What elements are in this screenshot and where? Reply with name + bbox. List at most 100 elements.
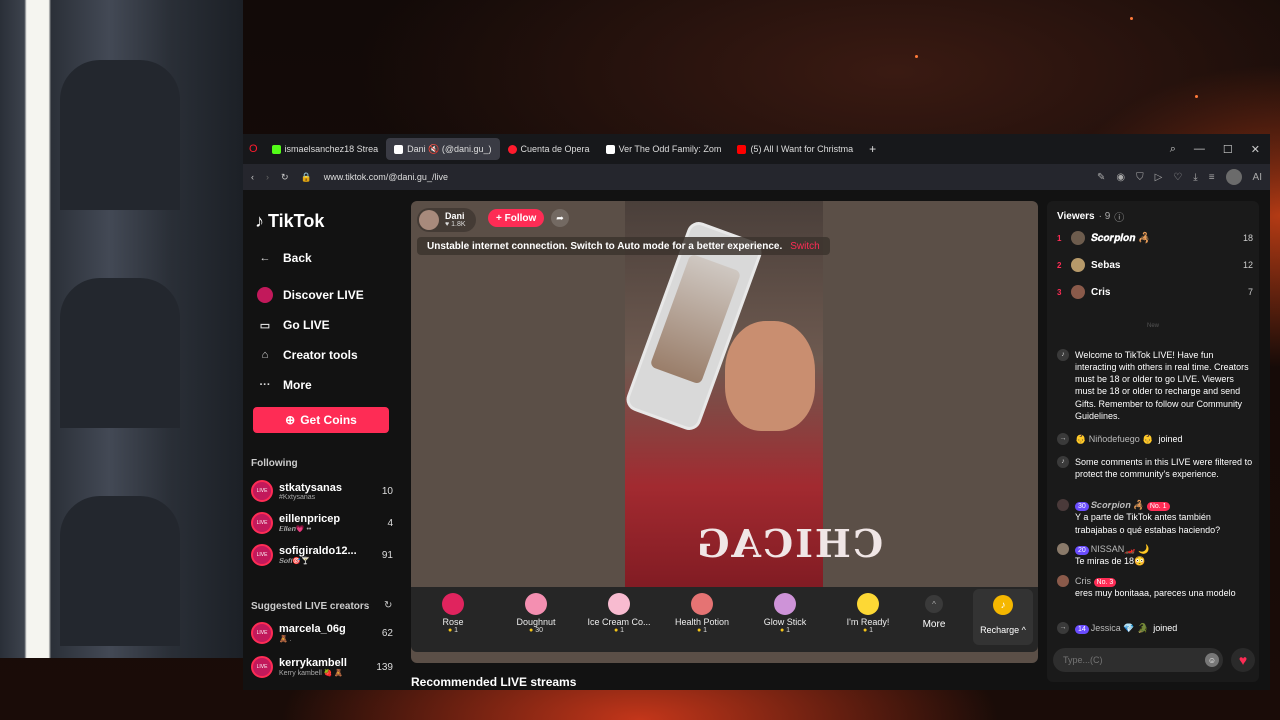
following-item[interactable]: LIVE stkatysanas #Kxtysanas 10 xyxy=(251,480,393,502)
gift-ice-cream[interactable]: Ice Cream Co... 1 xyxy=(583,593,655,634)
close-button[interactable]: ✕ xyxy=(1251,143,1260,156)
message-author[interactable]: 𝑺𝒄𝒐𝒓𝒑𝒊𝒐𝒏 🦂 xyxy=(1091,500,1145,510)
join-icon: → xyxy=(1057,433,1069,445)
edit-icon[interactable]: ✎ xyxy=(1097,172,1105,183)
gift-price: 30 xyxy=(500,627,572,634)
creator-name: kerrykambell xyxy=(279,657,347,669)
youtube-icon xyxy=(737,144,747,154)
ai-button[interactable]: AI xyxy=(1253,172,1262,183)
minimize-button[interactable]: — xyxy=(1194,143,1205,156)
gift-name: Doughnut xyxy=(516,617,556,627)
sponge-icon xyxy=(857,593,879,615)
suggested-title: Suggested LIVE creators xyxy=(251,601,370,612)
maximize-button[interactable]: ☐ xyxy=(1223,143,1233,156)
avatar: LIVE xyxy=(251,512,273,534)
avatar: LIVE xyxy=(251,480,273,502)
switch-link[interactable]: Switch xyxy=(790,241,819,252)
opera-menu-icon[interactable]: O xyxy=(243,138,264,160)
nav-go-live[interactable]: ▭ Go LIVE xyxy=(257,317,330,333)
viewers-header[interactable]: Viewers · 9 ⓘ xyxy=(1057,209,1124,224)
nav-back[interactable]: ← Back xyxy=(257,250,312,266)
follow-button[interactable]: + Follow xyxy=(488,209,545,227)
top-viewer[interactable]: 1 𝑺𝒄𝒐𝒓𝒑𝒊𝒐𝒏 🦂 18 xyxy=(1057,231,1253,245)
viewer-count: 91 xyxy=(381,549,393,561)
message-text: Some comments in this LIVE were filtered… xyxy=(1075,457,1253,480)
live-video[interactable]: CHICAG xyxy=(623,201,883,598)
new-divider: New xyxy=(1146,323,1159,329)
gift-name: Glow Stick xyxy=(763,617,807,627)
viewers-count: · 9 xyxy=(1098,211,1111,222)
viewer-name: 𝑺𝒄𝒐𝒓𝒑𝒊𝒐𝒏 🦂 xyxy=(1091,232,1151,244)
back-nav-icon[interactable]: ‹ xyxy=(251,172,254,182)
viewer-score: 12 xyxy=(1242,260,1253,270)
gift-rose[interactable]: Rose 1 xyxy=(417,593,489,634)
gift-im-ready[interactable]: I'm Ready! 1 xyxy=(832,593,904,634)
gift-name: Ice Cream Co... xyxy=(587,617,651,627)
forward-nav-icon[interactable]: › xyxy=(266,172,269,182)
like-heart-icon[interactable]: ♥ xyxy=(1231,648,1255,672)
menu-icon[interactable]: ≡ xyxy=(1209,172,1215,183)
get-coins-button[interactable]: ⊕ Get Coins xyxy=(253,407,389,433)
recharge-button[interactable]: ♪ Recharge ^ xyxy=(973,589,1033,645)
nav-creator-tools[interactable]: ⌂ Creator tools xyxy=(257,347,358,363)
notice-text: Unstable internet connection. Switch to … xyxy=(427,240,783,252)
share-icon[interactable]: ➦ xyxy=(551,209,569,227)
host-avatar xyxy=(419,210,439,230)
refresh-icon[interactable]: ↻ xyxy=(384,600,392,611)
get-coins-label: Get Coins xyxy=(300,413,357,427)
play-icon[interactable]: ▷ xyxy=(1155,172,1163,183)
download-icon[interactable]: ⤓ xyxy=(1193,172,1197,183)
new-tab-button[interactable]: + xyxy=(861,138,884,160)
avatar xyxy=(1057,499,1069,511)
search-icon[interactable]: ⌕ xyxy=(1170,143,1176,156)
recharge-label: Recharge ^ xyxy=(980,625,1026,635)
url-field[interactable]: www.tiktok.com/@dani.gu_/live xyxy=(324,172,448,182)
gift-price: 1 xyxy=(417,627,489,634)
gift-glow-stick[interactable]: Glow Stick 1 xyxy=(749,593,821,634)
tab-youtube[interactable]: (5) All I Want for Christma xyxy=(729,138,861,160)
message-author[interactable]: Jessica 💎 🐊 xyxy=(1091,623,1148,633)
top-viewer[interactable]: 2 Sebas 12 xyxy=(1057,258,1253,272)
more-gifts-button[interactable]: ^ More xyxy=(911,595,957,630)
reload-icon[interactable]: ↻ xyxy=(281,172,289,183)
gift-doughnut[interactable]: Doughnut 30 xyxy=(500,593,572,634)
heart-icon[interactable]: ♡ xyxy=(1173,172,1182,183)
tab-kick[interactable]: ismaelsanchez18 Strea xyxy=(264,138,387,160)
window-controls: ⌕ — ☐ ✕ xyxy=(1170,143,1270,156)
shield-icon[interactable]: ⛉ xyxy=(1136,172,1144,183)
chat-message: → 14 Jessica 💎 🐊 joined xyxy=(1057,622,1253,635)
host-info[interactable]: Dani ♥ 1.8K xyxy=(417,208,476,232)
viewer-count: 10 xyxy=(381,485,393,497)
tab-opera-account[interactable]: Cuenta de Opera xyxy=(500,138,598,160)
top-viewer[interactable]: 3 Cris 7 xyxy=(1057,285,1253,299)
tiktok-logo[interactable]: ♪ TikTok xyxy=(255,211,324,232)
following-item[interactable]: LIVE eillenpricep 𝑬𝒍𝒍𝒆𝒏💗 •• 4 xyxy=(251,512,393,534)
gift-price: 1 xyxy=(832,627,904,634)
viewer-count: 4 xyxy=(387,517,393,529)
camera-icon[interactable]: ◉ xyxy=(1116,172,1125,183)
nav-label: Discover LIVE xyxy=(283,288,364,302)
profile-avatar[interactable] xyxy=(1225,169,1242,185)
tab-tiktok[interactable]: Dani 🔇 (@dani.gu_) xyxy=(386,138,500,160)
host-likes: ♥ 1.8K xyxy=(445,221,466,228)
tiktok-note-icon: ♪ xyxy=(255,211,264,231)
message-author[interactable]: NISSAN🏎️ 🌙 xyxy=(1091,544,1149,554)
connection-notice: Unstable internet connection. Switch to … xyxy=(417,237,830,255)
webcam-panel xyxy=(0,218,243,436)
suggested-item[interactable]: LIVE marcela_06g 🧸 . 62 xyxy=(251,622,393,644)
coin-icon: ⊕ xyxy=(285,413,296,427)
message-author[interactable]: Cris xyxy=(1075,576,1091,586)
gift-health-potion[interactable]: Health Potion 1 xyxy=(666,593,738,634)
tab-odd-family[interactable]: Ver The Odd Family: Zom xyxy=(598,138,730,160)
nav-discover-live[interactable]: Discover LIVE xyxy=(257,287,364,303)
emoji-icon[interactable]: ☺ xyxy=(1205,653,1219,667)
chat-message: ♪ Some comments in this LIVE were filter… xyxy=(1057,456,1253,480)
creator-sub: 🧸 . xyxy=(279,636,292,643)
suggested-item[interactable]: LIVE kerrykambell Kerry kambell 🍓 🧸 139 xyxy=(251,656,393,678)
info-icon[interactable]: ⓘ xyxy=(1114,209,1124,224)
back-arrow-icon: ← xyxy=(259,252,271,264)
nav-more[interactable]: ··· More xyxy=(257,377,312,393)
chat-input[interactable] xyxy=(1053,648,1223,672)
following-item[interactable]: LIVE sofigiraldo12... 𝑺𝒐𝒇𝒊🎯🍸 91 xyxy=(251,544,393,566)
message-author[interactable]: 👶 Niñodefuego 👶 xyxy=(1075,434,1153,444)
